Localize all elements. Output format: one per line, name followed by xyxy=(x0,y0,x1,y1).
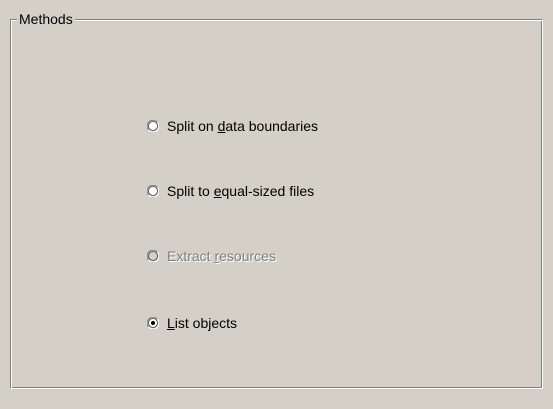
radio-split-on-data-boundaries[interactable]: Split on data boundaries xyxy=(147,116,318,136)
radio-label: Split on data boundaries xyxy=(167,118,319,134)
methods-panel: Methods Split on data boundaries Split t… xyxy=(0,0,553,409)
radio-list-objects[interactable]: List objects xyxy=(147,313,237,333)
radio-label: List objects xyxy=(167,315,238,331)
radio-label: Extract resources xyxy=(167,248,276,264)
radio-unchecked-icon[interactable] xyxy=(147,185,159,197)
radio-unchecked-icon[interactable] xyxy=(147,250,159,262)
radio-label: Split to equal-sized files xyxy=(167,183,315,199)
methods-group-title: Methods xyxy=(17,10,75,28)
radio-checked-icon[interactable] xyxy=(147,317,159,329)
radio-extract-resources[interactable]: Extract resources xyxy=(147,246,276,266)
methods-groupbox xyxy=(10,19,543,389)
radio-split-to-equal-sized-files[interactable]: Split to equal-sized files xyxy=(147,181,314,201)
radio-unchecked-icon[interactable] xyxy=(147,120,159,132)
